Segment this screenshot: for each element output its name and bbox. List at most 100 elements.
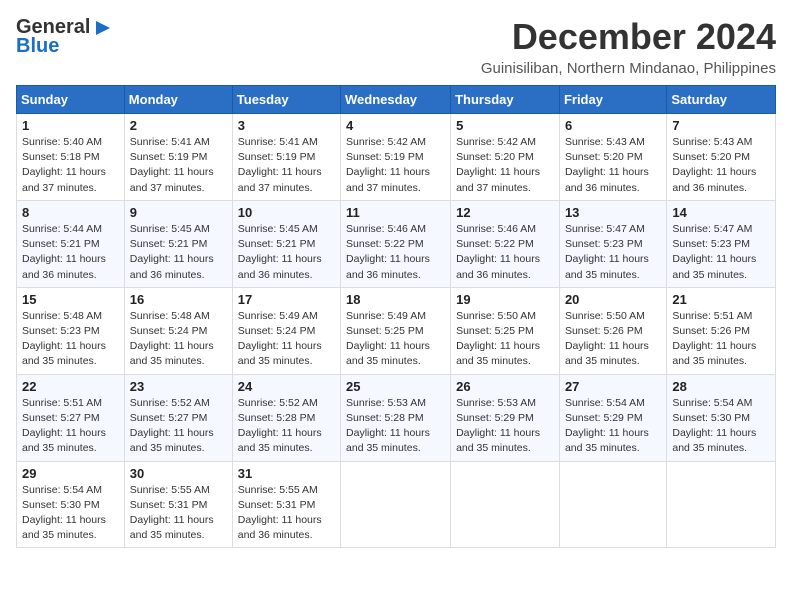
day-number: 28 (672, 379, 770, 394)
day-info: Sunrise: 5:43 AM Sunset: 5:20 PM Dayligh… (565, 135, 661, 196)
day-info: Sunrise: 5:41 AM Sunset: 5:19 PM Dayligh… (130, 135, 227, 196)
calendar-cell (559, 461, 666, 548)
day-info: Sunrise: 5:54 AM Sunset: 5:30 PM Dayligh… (672, 396, 770, 457)
day-info: Sunrise: 5:48 AM Sunset: 5:24 PM Dayligh… (130, 309, 227, 370)
calendar-cell (451, 461, 560, 548)
calendar-cell: 3 Sunrise: 5:41 AM Sunset: 5:19 PM Daylig… (232, 114, 340, 201)
logo-blue: Blue (16, 35, 59, 58)
day-number: 20 (565, 292, 661, 307)
calendar-cell: 9 Sunrise: 5:45 AM Sunset: 5:21 PM Daylig… (124, 200, 232, 287)
day-info: Sunrise: 5:53 AM Sunset: 5:28 PM Dayligh… (346, 396, 445, 457)
day-number: 19 (456, 292, 554, 307)
calendar-cell: 7Sunrise: 5:43 AM Sunset: 5:20 PM Daylig… (667, 114, 776, 201)
day-number: 25 (346, 379, 445, 394)
day-number: 14 (672, 205, 770, 220)
day-number: 17 (238, 292, 335, 307)
calendar-header-thursday: Thursday (451, 86, 560, 114)
calendar-cell: 22 Sunrise: 5:51 AM Sunset: 5:27 PM Dayli… (17, 374, 125, 461)
day-info: Sunrise: 5:52 AM Sunset: 5:28 PM Dayligh… (238, 396, 335, 457)
calendar-header-saturday: Saturday (667, 86, 776, 114)
day-info: Sunrise: 5:54 AM Sunset: 5:29 PM Dayligh… (565, 396, 661, 457)
day-number: 21 (672, 292, 770, 307)
day-number: 22 (22, 379, 119, 394)
day-number: 23 (130, 379, 227, 394)
day-number: 12 (456, 205, 554, 220)
calendar-header-row: SundayMondayTuesdayWednesdayThursdayFrid… (17, 86, 776, 114)
calendar-header-monday: Monday (124, 86, 232, 114)
calendar-cell: 12 Sunrise: 5:46 AM Sunset: 5:22 PM Dayli… (451, 200, 560, 287)
calendar-cell: 15 Sunrise: 5:48 AM Sunset: 5:23 PM Dayli… (17, 287, 125, 374)
calendar-cell: 10 Sunrise: 5:45 AM Sunset: 5:21 PM Dayli… (232, 200, 340, 287)
day-number: 6 (565, 118, 661, 133)
calendar-cell: 31 Sunrise: 5:55 AM Sunset: 5:31 PM Dayli… (232, 461, 340, 548)
day-number: 10 (238, 205, 335, 220)
day-info: Sunrise: 5:54 AM Sunset: 5:30 PM Dayligh… (22, 483, 119, 544)
day-info: Sunrise: 5:41 AM Sunset: 5:19 PM Dayligh… (238, 135, 335, 196)
day-number: 26 (456, 379, 554, 394)
day-info: Sunrise: 5:45 AM Sunset: 5:21 PM Dayligh… (238, 222, 335, 283)
calendar-cell (341, 461, 451, 548)
day-info: Sunrise: 5:55 AM Sunset: 5:31 PM Dayligh… (238, 483, 335, 544)
day-info: Sunrise: 5:44 AM Sunset: 5:21 PM Dayligh… (22, 222, 119, 283)
day-info: Sunrise: 5:47 AM Sunset: 5:23 PM Dayligh… (565, 222, 661, 283)
day-info: Sunrise: 5:47 AM Sunset: 5:23 PM Dayligh… (672, 222, 770, 283)
header: General Blue December 2024 Guinisiliban,… (16, 16, 776, 77)
calendar-cell: 21 Sunrise: 5:51 AM Sunset: 5:26 PM Dayli… (667, 287, 776, 374)
calendar-cell: 25 Sunrise: 5:53 AM Sunset: 5:28 PM Dayli… (341, 374, 451, 461)
day-number: 4 (346, 118, 445, 133)
day-number: 24 (238, 379, 335, 394)
day-number: 5 (456, 118, 554, 133)
calendar-cell: 27 Sunrise: 5:54 AM Sunset: 5:29 PM Dayli… (559, 374, 666, 461)
day-info: Sunrise: 5:46 AM Sunset: 5:22 PM Dayligh… (456, 222, 554, 283)
calendar-cell: 18Sunrise: 5:49 AM Sunset: 5:25 PM Dayli… (341, 287, 451, 374)
day-info: Sunrise: 5:51 AM Sunset: 5:27 PM Dayligh… (22, 396, 119, 457)
calendar-table: SundayMondayTuesdayWednesdayThursdayFrid… (16, 85, 776, 548)
day-info: Sunrise: 5:48 AM Sunset: 5:23 PM Dayligh… (22, 309, 119, 370)
day-info: Sunrise: 5:42 AM Sunset: 5:20 PM Dayligh… (456, 135, 554, 196)
calendar-cell: 24 Sunrise: 5:52 AM Sunset: 5:28 PM Dayli… (232, 374, 340, 461)
calendar-cell: 19Sunrise: 5:50 AM Sunset: 5:25 PM Dayli… (451, 287, 560, 374)
day-number: 15 (22, 292, 119, 307)
day-info: Sunrise: 5:55 AM Sunset: 5:31 PM Dayligh… (130, 483, 227, 544)
calendar-cell: 4 Sunrise: 5:42 AM Sunset: 5:19 PM Daylig… (341, 114, 451, 201)
month-title: December 2024 (481, 16, 776, 58)
calendar-header-sunday: Sunday (17, 86, 125, 114)
day-number: 1 (22, 118, 119, 133)
day-info: Sunrise: 5:42 AM Sunset: 5:19 PM Dayligh… (346, 135, 445, 196)
day-number: 9 (130, 205, 227, 220)
calendar-header-tuesday: Tuesday (232, 86, 340, 114)
calendar-cell: 26 Sunrise: 5:53 AM Sunset: 5:29 PM Dayli… (451, 374, 560, 461)
logo-arrow-icon (92, 17, 114, 39)
day-info: Sunrise: 5:40 AM Sunset: 5:18 PM Dayligh… (22, 135, 119, 196)
day-number: 3 (238, 118, 335, 133)
day-info: Sunrise: 5:51 AM Sunset: 5:26 PM Dayligh… (672, 309, 770, 370)
calendar-cell: 16 Sunrise: 5:48 AM Sunset: 5:24 PM Dayli… (124, 287, 232, 374)
calendar-cell: 5 Sunrise: 5:42 AM Sunset: 5:20 PM Daylig… (451, 114, 560, 201)
calendar-week-row: 1 Sunrise: 5:40 AM Sunset: 5:18 PM Daylig… (17, 114, 776, 201)
location-subtitle: Guinisiliban, Northern Mindanao, Philipp… (481, 60, 776, 77)
day-info: Sunrise: 5:49 AM Sunset: 5:25 PM Dayligh… (346, 309, 445, 370)
calendar-cell: 23Sunrise: 5:52 AM Sunset: 5:27 PM Dayli… (124, 374, 232, 461)
calendar-cell: 30Sunrise: 5:55 AM Sunset: 5:31 PM Dayli… (124, 461, 232, 548)
day-info: Sunrise: 5:46 AM Sunset: 5:22 PM Dayligh… (346, 222, 445, 283)
calendar-cell: 29Sunrise: 5:54 AM Sunset: 5:30 PM Dayli… (17, 461, 125, 548)
day-number: 13 (565, 205, 661, 220)
calendar-cell: 8 Sunrise: 5:44 AM Sunset: 5:21 PM Daylig… (17, 200, 125, 287)
calendar-week-row: 22 Sunrise: 5:51 AM Sunset: 5:27 PM Dayli… (17, 374, 776, 461)
calendar-cell: 28 Sunrise: 5:54 AM Sunset: 5:30 PM Dayli… (667, 374, 776, 461)
calendar-cell: 6 Sunrise: 5:43 AM Sunset: 5:20 PM Daylig… (559, 114, 666, 201)
day-number: 16 (130, 292, 227, 307)
day-info: Sunrise: 5:50 AM Sunset: 5:26 PM Dayligh… (565, 309, 661, 370)
calendar-cell: 2Sunrise: 5:41 AM Sunset: 5:19 PM Daylig… (124, 114, 232, 201)
day-info: Sunrise: 5:43 AM Sunset: 5:20 PM Dayligh… (672, 135, 770, 196)
calendar-cell: 20 Sunrise: 5:50 AM Sunset: 5:26 PM Dayli… (559, 287, 666, 374)
logo: General Blue (16, 16, 114, 58)
day-info: Sunrise: 5:49 AM Sunset: 5:24 PM Dayligh… (238, 309, 335, 370)
calendar-week-row: 8 Sunrise: 5:44 AM Sunset: 5:21 PM Daylig… (17, 200, 776, 287)
day-number: 27 (565, 379, 661, 394)
day-number: 31 (238, 466, 335, 481)
day-info: Sunrise: 5:45 AM Sunset: 5:21 PM Dayligh… (130, 222, 227, 283)
day-info: Sunrise: 5:53 AM Sunset: 5:29 PM Dayligh… (456, 396, 554, 457)
day-number: 8 (22, 205, 119, 220)
calendar-week-row: 15 Sunrise: 5:48 AM Sunset: 5:23 PM Dayli… (17, 287, 776, 374)
